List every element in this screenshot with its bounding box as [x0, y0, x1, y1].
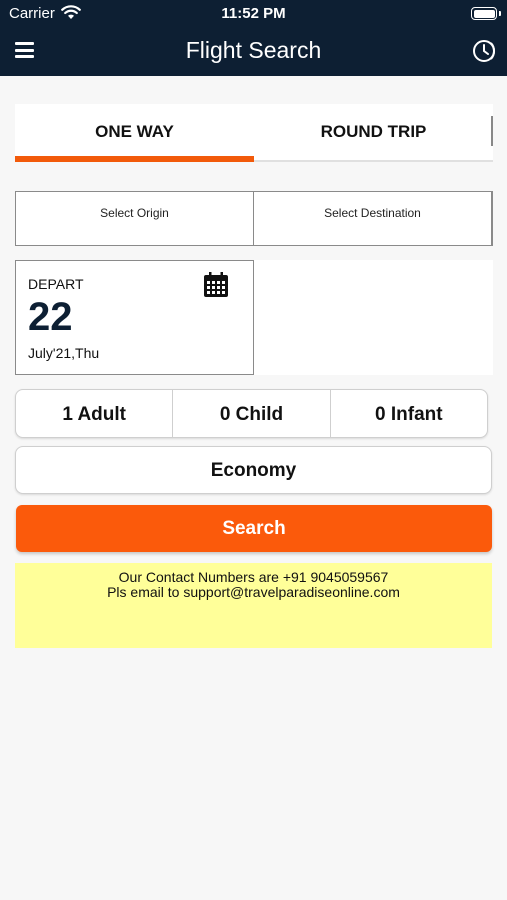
trip-type-tabs: ONE WAY ROUND TRIP [15, 104, 493, 162]
depart-month-weekday: July'21,Thu [28, 345, 100, 361]
depart-label: DEPART [28, 276, 84, 292]
contact-phone-text: Our Contact Numbers are +91 9045059567 [118, 569, 389, 585]
route-selector: Select Origin Select Destination [15, 191, 493, 246]
child-count-button[interactable]: 0 Child [172, 390, 329, 437]
cabin-class-button[interactable]: Economy [15, 446, 492, 494]
status-bar: Carrier 11:52 PM [0, 0, 507, 26]
history-clock-icon[interactable] [471, 38, 499, 64]
return-date-area [254, 260, 493, 375]
battery-icon [471, 7, 501, 20]
select-origin-field[interactable]: Select Origin [15, 191, 254, 246]
clock-time: 11:52 PM [221, 5, 286, 22]
page-title: Flight Search [185, 37, 322, 63]
depart-day: 22 [28, 295, 73, 339]
infant-count-button[interactable]: 0 Infant [329, 390, 487, 437]
search-button[interactable]: Search [16, 505, 492, 552]
select-destination-field[interactable]: Select Destination [254, 191, 493, 246]
tab-one-way[interactable]: ONE WAY [15, 104, 254, 162]
navigation-bar: Flight Search [0, 26, 507, 76]
tab-round-trip[interactable]: ROUND TRIP [254, 104, 493, 160]
adult-count-button[interactable]: 1 Adult [16, 390, 172, 437]
calendar-icon [204, 272, 228, 297]
passenger-selector: 1 Adult 0 Child 0 Infant [15, 389, 488, 438]
depart-date-card[interactable]: DEPART 22 July'21,Thu [15, 260, 254, 375]
contact-email-text: Pls email to support@travelparadiseonlin… [107, 584, 400, 600]
contact-info-banner: Our Contact Numbers are +91 9045059567 P… [15, 563, 492, 648]
